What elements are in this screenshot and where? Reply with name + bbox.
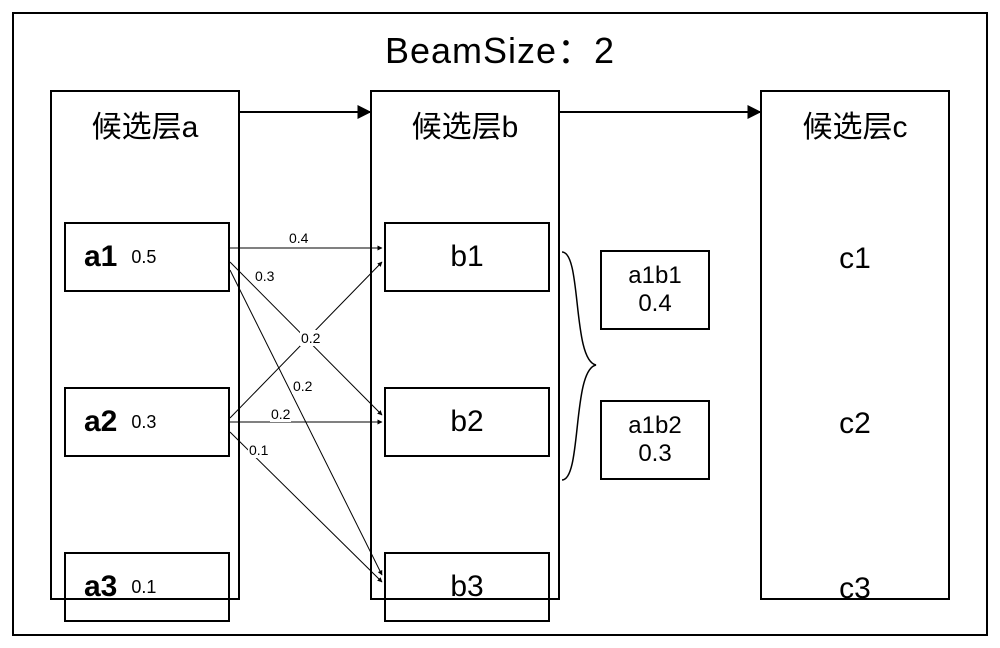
node-a1-label: a1 xyxy=(84,240,117,274)
edge-a1-b3-weight: 0.2 xyxy=(292,378,313,394)
layer-b: 候选层b b1 b2 b3 xyxy=(370,90,560,600)
node-a2: a2 0.3 xyxy=(64,387,230,457)
path-1-label: a1b1 xyxy=(628,262,681,290)
node-a1: a1 0.5 xyxy=(64,222,230,292)
node-a3-score: 0.1 xyxy=(131,577,156,598)
path-2-label: a1b2 xyxy=(628,412,681,440)
node-c3-label: c3 xyxy=(762,572,948,606)
edge-a2-b2-weight: 0.2 xyxy=(270,406,291,422)
node-b3-label: b3 xyxy=(450,570,483,604)
node-a2-label: a2 xyxy=(84,405,117,439)
node-b1-label: b1 xyxy=(450,240,483,274)
path-result-1: a1b1 0.4 xyxy=(600,250,710,330)
edge-a2-b1-weight: 0.2 xyxy=(300,330,321,346)
path-1-score: 0.4 xyxy=(638,290,671,318)
node-b3: b3 xyxy=(384,552,550,622)
node-b2: b2 xyxy=(384,387,550,457)
path-result-2: a1b2 0.3 xyxy=(600,400,710,480)
edge-a1-b2-weight: 0.3 xyxy=(254,268,275,284)
node-c2-label: c2 xyxy=(762,407,948,441)
edge-a2-b3-weight: 0.1 xyxy=(248,442,269,458)
layer-c: 候选层c c1 c2 c3 xyxy=(760,90,950,600)
layer-a: 候选层a a1 0.5 a2 0.3 a3 0.1 xyxy=(50,90,240,600)
node-b2-label: b2 xyxy=(450,405,483,439)
path-2-score: 0.3 xyxy=(638,440,671,468)
layer-b-title: 候选层b xyxy=(372,102,558,146)
node-a3: a3 0.1 xyxy=(64,552,230,622)
node-c1-label: c1 xyxy=(762,242,948,276)
diagram-title: BeamSize：2 xyxy=(0,22,1000,74)
layer-a-title: 候选层a xyxy=(52,102,238,146)
layer-c-title: 候选层c xyxy=(762,102,948,146)
edge-a1-b1-weight: 0.4 xyxy=(288,230,309,246)
node-a1-score: 0.5 xyxy=(131,247,156,268)
node-a3-label: a3 xyxy=(84,570,117,604)
node-b1: b1 xyxy=(384,222,550,292)
node-a2-score: 0.3 xyxy=(131,412,156,433)
